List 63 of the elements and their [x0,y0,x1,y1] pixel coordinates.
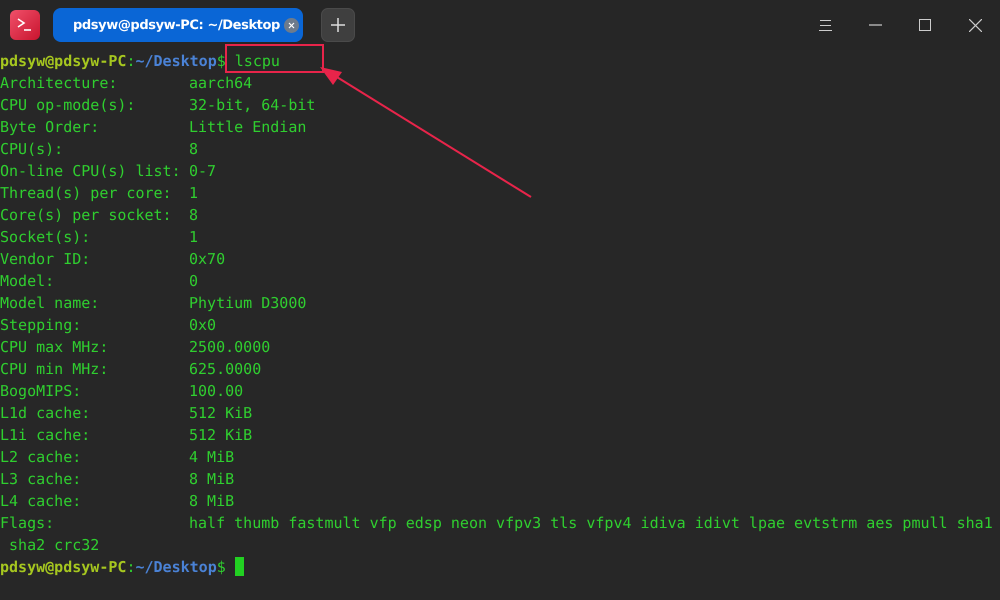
output-label: Vendor ID: [0,249,92,270]
output-label: BogoMIPS: [0,381,82,402]
output-label: Byte Order: [0,117,100,138]
output-label: L1d cache: [0,403,92,424]
output-label: Core(s) per socket: [0,205,173,226]
output-value: 0x70 [189,249,226,270]
output-value: 0 [189,271,198,292]
output-value: 1 [189,183,198,204]
output-label: L3 cache: [0,469,82,490]
output-value: 512 KiB [189,403,252,424]
output-value: aarch64 [189,73,252,94]
output-value: 100.00 [189,381,244,402]
tab-title: pdsyw@pdsyw-PC: ~/Desktop [73,18,280,32]
output-value: 8 MiB [189,469,234,490]
terminal-app-icon[interactable] [10,10,40,40]
output-label: CPU max MHz: [0,337,110,358]
output-value: 512 KiB [189,425,252,446]
output-value: 4 MiB [189,447,234,468]
output-label: Model: [0,271,56,292]
output-value: 0-7 [189,161,216,182]
menu-icon [818,20,832,30]
terminal-tab[interactable]: pdsyw@pdsyw-PC: ~/Desktop [53,8,303,42]
output-label: L2 cache: [0,447,82,468]
prompt-separator: : [126,51,136,72]
output-label: Architecture: [0,73,118,94]
prompt-path: ~/Desktop [135,51,217,72]
output-label: L1i cache: [0,425,92,446]
command-text: lscpu [234,51,280,72]
minimize-icon [868,24,882,26]
output-value: 625.0000 [189,359,262,380]
output-label: CPU min MHz: [0,359,110,380]
output-label: Model name: [0,293,100,314]
maximize-icon [919,19,931,31]
prompt-user: pdsyw@pdsyw-PC [0,557,126,578]
output-label: Flags: [0,513,56,534]
close-icon [968,18,982,32]
plus-icon [330,18,345,32]
output-value: 0x0 [189,315,216,336]
output-value: half thumb fastmult vfp edsp neon vfpv3 tls vfpv4 idiva idivt lpae evtstrm aes pmull sha1 [189,513,993,534]
prompt-path: ~/Desktop [135,557,217,578]
output-value: 32-bit, 64-bit [189,95,316,116]
output-value: 1 [189,227,198,248]
output-value: sha2 crc32 [8,535,100,556]
prompt-sign: $ [216,557,226,578]
output-label: L4 cache: [0,491,82,512]
output-label: Socket(s): [0,227,92,248]
close-icon [288,22,295,28]
output-value: Phytium D3000 [189,293,306,314]
output-label: CPU op-mode(s): [0,95,136,116]
output-value: 2500.0000 [189,337,270,358]
output-label: Thread(s) per core: [0,183,173,204]
prompt-separator: : [126,557,136,578]
output-label: Stepping: [0,315,82,336]
prompt-sign: $ [216,51,226,72]
output-value: Little Endian [189,117,306,138]
output-label: On-line CPU(s) list: [0,161,182,182]
output-value: 8 [189,139,198,160]
output-label: CPU(s): [0,139,64,160]
output-value: 8 [189,205,198,226]
output-value: 8 MiB [189,491,234,512]
new-tab-button[interactable] [320,8,355,42]
close-tab-button[interactable] [284,18,299,32]
prompt-user: pdsyw@pdsyw-PC [0,51,126,72]
